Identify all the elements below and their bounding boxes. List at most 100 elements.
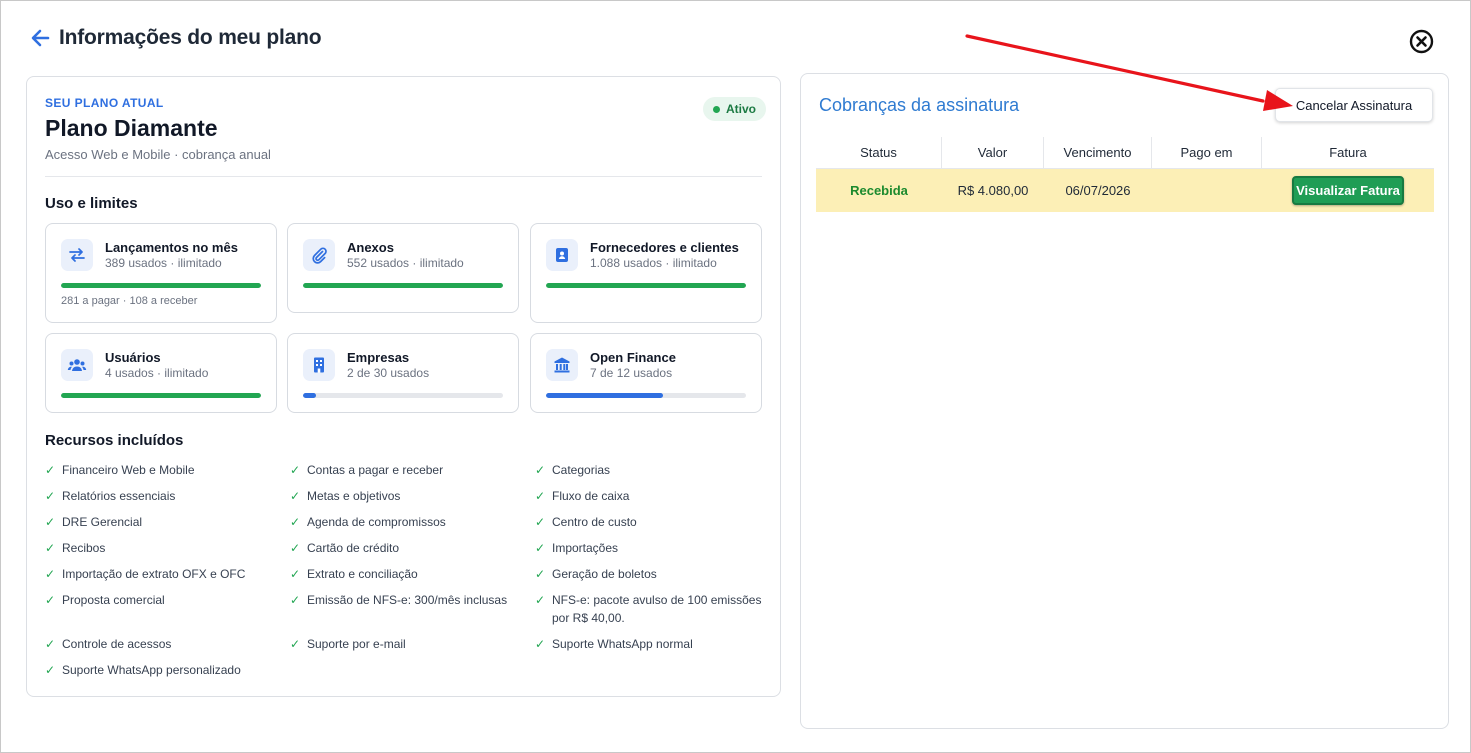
feature-label: DRE Gerencial <box>62 515 143 529</box>
divider <box>45 176 762 177</box>
feature-item: ✓ Cartão de crédito <box>290 539 535 565</box>
contact-book-icon <box>546 239 578 271</box>
status-badge: Ativo <box>703 97 766 121</box>
usage-progress-bar <box>61 393 261 398</box>
billing-table: Status Valor Vencimento Pago em Fatura Receb… <box>816 137 1434 212</box>
check-icon: ✓ <box>290 567 301 581</box>
paperclip-icon <box>303 239 335 271</box>
feature-row: ✓ Financeiro Web e Mobile ✓ Contas a pagar … <box>45 461 765 487</box>
dialog-header: Informações do meu plano <box>29 25 322 51</box>
feature-item: ✓ Financeiro Web e Mobile <box>45 461 290 487</box>
feature-label: Proposta comercial <box>62 593 165 607</box>
feature-item: ✓ DRE Gerencial <box>45 513 290 539</box>
row-vencimento: 06/07/2026 <box>1065 183 1131 198</box>
close-icon <box>1409 29 1434 54</box>
column-header: Valor <box>942 137 1044 168</box>
check-icon: ✓ <box>535 515 546 529</box>
usage-progress-fill <box>61 393 261 398</box>
usage-card-subtitle: 4 usados · ilimitado <box>105 366 209 380</box>
usage-card-note: 281 a pagar · 108 a receber <box>61 295 198 307</box>
usage-card: Anexos 552 usados · ilimitado <box>287 223 519 313</box>
check-icon: ✓ <box>45 463 56 477</box>
usage-card-title: Usuários <box>105 350 161 365</box>
usage-progress-bar <box>546 283 746 288</box>
feature-item: ✓ Relatórios essenciais <box>45 487 290 513</box>
check-icon: ✓ <box>45 541 56 555</box>
feature-label: Suporte WhatsApp normal <box>552 637 693 651</box>
usage-card-title: Empresas <box>347 350 410 365</box>
feature-label: Recibos <box>62 541 106 555</box>
feature-label: NFS-e: pacote avulso de 100 emissões por… <box>552 593 762 625</box>
usage-progress-fill <box>546 393 663 398</box>
feature-item: ✓ Contas a pagar e receber <box>290 461 535 487</box>
view-invoice-button[interactable]: Visualizar Fatura <box>1292 176 1404 205</box>
feature-item: ✓ Emissão de NFS-e: 300/mês inclusas <box>290 591 535 635</box>
features-section-title: Recursos incluídos <box>45 432 184 449</box>
arrows-swap-icon <box>61 239 93 271</box>
feature-label: Suporte por e-mail <box>307 637 406 651</box>
plan-card: SEU PLANO ATUAL Plano Diamante Acesso We… <box>26 76 781 697</box>
usage-progress-bar <box>303 393 503 398</box>
check-icon: ✓ <box>290 489 301 503</box>
usage-section-title: Uso e limites <box>45 195 138 212</box>
feature-item: ✓ Categorias <box>535 461 765 487</box>
usage-card-title: Fornecedores e clientes <box>590 240 739 255</box>
table-header: Status Valor Vencimento Pago em Fatura <box>816 137 1434 169</box>
check-icon: ✓ <box>535 463 546 477</box>
feature-row: ✓ Recibos ✓ Cartão de crédito ✓ Importações <box>45 539 765 565</box>
page-title: Informações do meu plano <box>59 26 322 49</box>
row-fatura: Visualizar Fatura <box>1262 169 1434 212</box>
feature-label: Importações <box>552 541 619 555</box>
check-icon: ✓ <box>535 567 546 581</box>
plan-info-dialog: Informações do meu plano SEU PLANO ATUAL… <box>0 0 1471 753</box>
usage-card-subtitle: 7 de 12 usados <box>590 366 673 380</box>
check-icon: ✓ <box>290 515 301 529</box>
column-header: Status <box>816 137 942 168</box>
feature-row: ✓ Importação de extrato OFX e OFC ✓ Extrato… <box>45 565 765 591</box>
row-status: Recebida <box>850 183 908 198</box>
usage-card-subtitle: 552 usados · ilimitado <box>347 256 464 270</box>
billing-card: Cobranças da assinatura Cancelar Assinat… <box>800 73 1449 729</box>
feature-item: ✓ Agenda de compromissos <box>290 513 535 539</box>
feature-label: Metas e objetivos <box>307 489 401 503</box>
feature-label: Importação de extrato OFX e OFC <box>62 567 246 581</box>
usage-card: Empresas 2 de 30 usados <box>287 333 519 413</box>
feature-label: Categorias <box>552 463 611 477</box>
feature-row: ✓ DRE Gerencial ✓ Agenda de compromissos ✓ Ce… <box>45 513 765 539</box>
feature-label: Suporte WhatsApp personalizado <box>62 663 241 677</box>
feature-item: ✓ Proposta comercial <box>45 591 290 635</box>
check-icon: ✓ <box>45 637 56 651</box>
feature-item: ✓ Metas e objetivos <box>290 487 535 513</box>
feature-row: ✓ Controle de acessos ✓ Suporte por e-mail ✓… <box>45 635 765 661</box>
users-icon <box>61 349 93 381</box>
usage-progress-fill <box>303 283 503 288</box>
check-icon: ✓ <box>535 593 546 607</box>
usage-card-title: Open Finance <box>590 350 676 365</box>
row-pago-em <box>1152 169 1262 212</box>
usage-progress-fill <box>546 283 746 288</box>
usage-card-title: Anexos <box>347 240 394 255</box>
feature-label: Fluxo de caixa <box>552 489 630 503</box>
feature-item: ✓ Geração de boletos <box>535 565 765 591</box>
cancel-subscription-button[interactable]: Cancelar Assinatura <box>1275 88 1433 122</box>
feature-item: ✓ NFS-e: pacote avulso de 100 emissões po… <box>535 591 765 635</box>
feature-row: ✓ Relatórios essenciais ✓ Metas e objetivos… <box>45 487 765 513</box>
feature-label: Agenda de compromissos <box>307 515 446 529</box>
feature-label: Centro de custo <box>552 515 637 529</box>
feature-item: ✓ Importação de extrato OFX e OFC <box>45 565 290 591</box>
plan-description: Acesso Web e Mobile · cobrança anual <box>45 147 271 162</box>
feature-item: ✓ Suporte WhatsApp personalizado <box>45 661 290 687</box>
plan-name: Plano Diamante <box>45 115 218 141</box>
plan-eyebrow: SEU PLANO ATUAL <box>45 96 164 110</box>
usage-card-subtitle: 2 de 30 usados <box>347 366 430 380</box>
feature-label: Extrato e conciliação <box>307 567 418 581</box>
table-row: Recebida R$ 4.080,00 06/07/2026 Visualizar … <box>816 169 1434 212</box>
close-button[interactable] <box>1408 28 1435 55</box>
column-header: Pago em <box>1152 137 1262 168</box>
status-dot-icon <box>713 105 720 113</box>
check-icon: ✓ <box>535 489 546 503</box>
feature-item: ✓ Controle de acessos <box>45 635 290 661</box>
feature-label: Contas a pagar e receber <box>307 463 444 477</box>
back-arrow-icon[interactable] <box>29 27 51 49</box>
feature-item: ✓ Recibos <box>45 539 290 565</box>
